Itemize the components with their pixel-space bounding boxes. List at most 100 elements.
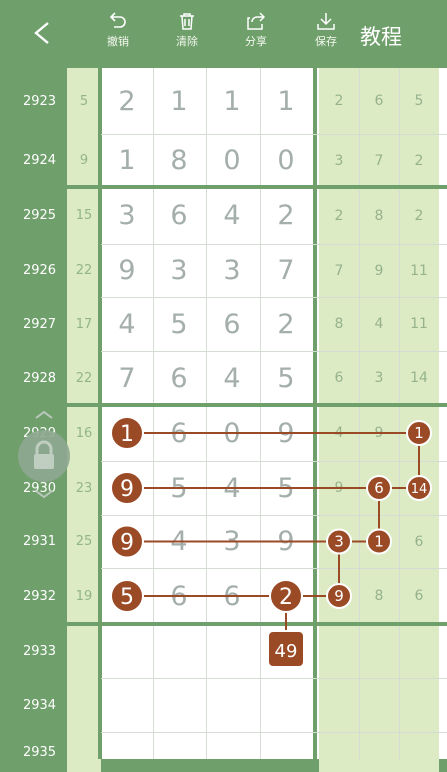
digit-cell[interactable] bbox=[153, 678, 205, 732]
tail-cell[interactable] bbox=[399, 678, 439, 732]
digit-cell[interactable] bbox=[260, 678, 312, 732]
digit-cell[interactable]: 5 bbox=[260, 461, 312, 515]
tail-cell[interactable] bbox=[319, 678, 359, 732]
tail-cell[interactable]: 7 bbox=[359, 134, 399, 187]
digit-cell[interactable]: 2 bbox=[101, 68, 153, 134]
digit-cell[interactable]: 1 bbox=[153, 68, 205, 134]
digit-cell[interactable]: 3 bbox=[153, 244, 205, 297]
sum-cell[interactable]: 5 bbox=[67, 68, 101, 134]
digit-cell[interactable]: 6 bbox=[153, 405, 205, 461]
digit-cell[interactable] bbox=[101, 732, 153, 772]
save-button[interactable]: 保存 bbox=[306, 12, 346, 49]
digit-cell[interactable]: 6 bbox=[206, 297, 258, 351]
row-number[interactable]: 2924 bbox=[12, 134, 67, 187]
tail-cell[interactable]: 8 bbox=[359, 187, 399, 244]
digit-cell[interactable]: 4 bbox=[206, 351, 258, 405]
sum-cell[interactable]: 15 bbox=[67, 187, 101, 244]
row-number[interactable]: 2923 bbox=[12, 68, 67, 134]
tail-cell[interactable]: 4 bbox=[359, 297, 399, 351]
sum-cell[interactable]: 23 bbox=[67, 461, 101, 515]
tail-cell[interactable]: 9 bbox=[319, 568, 359, 624]
digit-cell[interactable]: 9 bbox=[101, 461, 153, 515]
row-number[interactable]: 2933 bbox=[12, 624, 67, 678]
digit-cell[interactable]: 7 bbox=[260, 244, 312, 297]
digit-cell[interactable]: 5 bbox=[101, 568, 153, 624]
digit-cell[interactable]: 6 bbox=[206, 568, 258, 624]
row-number[interactable]: 2928 bbox=[12, 351, 67, 405]
digit-cell[interactable]: 9 bbox=[101, 515, 153, 568]
tail-cell[interactable]: 6 bbox=[399, 515, 439, 568]
digit-cell[interactable]: 1 bbox=[206, 68, 258, 134]
digit-cell[interactable] bbox=[101, 678, 153, 732]
sum-cell[interactable] bbox=[67, 678, 101, 732]
digit-cell[interactable] bbox=[206, 732, 258, 772]
digit-cell[interactable]: 0 bbox=[260, 134, 312, 187]
tail-cell[interactable]: 3 bbox=[319, 515, 359, 568]
digit-cell[interactable]: 3 bbox=[206, 244, 258, 297]
digit-cell[interactable]: 0 bbox=[206, 405, 258, 461]
tail-cell[interactable]: 2 bbox=[399, 187, 439, 244]
tail-cell[interactable]: 3 bbox=[359, 351, 399, 405]
digit-cell[interactable] bbox=[260, 732, 312, 772]
digit-cell[interactable]: 6 bbox=[153, 351, 205, 405]
tail-cell[interactable]: 8 bbox=[359, 568, 399, 624]
tail-cell[interactable] bbox=[359, 678, 399, 732]
sum-cell[interactable]: 9 bbox=[67, 134, 101, 187]
tail-cell[interactable]: 9 bbox=[359, 405, 399, 461]
sum-cell[interactable] bbox=[67, 732, 101, 772]
tail-cell[interactable]: 9 bbox=[359, 244, 399, 297]
digit-cell[interactable]: 3 bbox=[206, 515, 258, 568]
digit-cell[interactable] bbox=[206, 678, 258, 732]
tail-cell[interactable]: 4 bbox=[319, 405, 359, 461]
digit-cell[interactable]: 5 bbox=[153, 461, 205, 515]
clear-button[interactable]: 清除 bbox=[167, 12, 207, 49]
digit-cell[interactable]: 9 bbox=[260, 515, 312, 568]
row-number[interactable]: 2926 bbox=[12, 244, 67, 297]
digit-cell[interactable] bbox=[153, 624, 205, 678]
digit-cell[interactable]: 9 bbox=[260, 405, 312, 461]
sum-cell[interactable]: 25 bbox=[67, 515, 101, 568]
tail-cell[interactable] bbox=[319, 624, 359, 678]
row-number[interactable]: 2925 bbox=[12, 187, 67, 244]
digit-cell[interactable]: 6 bbox=[153, 187, 205, 244]
tail-cell[interactable]: 2 bbox=[319, 187, 359, 244]
sum-cell[interactable]: 22 bbox=[67, 244, 101, 297]
tail-cell[interactable] bbox=[359, 624, 399, 678]
row-number[interactable]: 2935 bbox=[12, 732, 67, 772]
sum-cell[interactable]: 17 bbox=[67, 297, 101, 351]
digit-cell[interactable]: 5 bbox=[260, 351, 312, 405]
undo-button[interactable]: 撤销 bbox=[98, 12, 138, 49]
digit-cell[interactable]: 6 bbox=[153, 568, 205, 624]
tail-cell[interactable]: 6 bbox=[359, 461, 399, 515]
tail-cell[interactable] bbox=[359, 732, 399, 772]
tail-cell[interactable]: 14 bbox=[399, 461, 439, 515]
tail-cell[interactable] bbox=[399, 732, 439, 772]
lock-button[interactable] bbox=[18, 430, 70, 482]
digit-cell[interactable]: 4 bbox=[206, 187, 258, 244]
digit-cell[interactable] bbox=[206, 624, 258, 678]
digit-cell[interactable]: 2 bbox=[260, 187, 312, 244]
digit-cell[interactable]: 5 bbox=[153, 297, 205, 351]
tail-cell[interactable]: 5 bbox=[399, 68, 439, 134]
digit-cell[interactable]: 4 bbox=[153, 515, 205, 568]
digit-cell[interactable]: 1 bbox=[260, 68, 312, 134]
sum-cell[interactable]: 19 bbox=[67, 568, 101, 624]
digit-cell[interactable]: 2 bbox=[260, 568, 312, 624]
row-number[interactable]: 2934 bbox=[12, 678, 67, 732]
tail-cell[interactable]: 3 bbox=[319, 134, 359, 187]
digit-cell[interactable]: 7 bbox=[101, 351, 153, 405]
tail-cell[interactable] bbox=[399, 624, 439, 678]
digit-cell[interactable] bbox=[101, 624, 153, 678]
digit-cell[interactable]: 3 bbox=[101, 187, 153, 244]
sum-cell[interactable]: 16 bbox=[67, 405, 101, 461]
row-number[interactable]: 2932 bbox=[12, 568, 67, 624]
tail-cell[interactable]: 8 bbox=[319, 297, 359, 351]
share-button[interactable]: 分享 bbox=[236, 12, 276, 49]
back-arrow-icon[interactable] bbox=[32, 22, 54, 44]
digit-cell[interactable]: 4 bbox=[206, 461, 258, 515]
tail-cell[interactable]: 9 bbox=[319, 461, 359, 515]
sum-cell[interactable] bbox=[67, 624, 101, 678]
digit-cell[interactable]: 1 bbox=[101, 405, 153, 461]
tail-cell[interactable]: 6 bbox=[319, 351, 359, 405]
digit-cell[interactable]: 1 bbox=[101, 134, 153, 187]
